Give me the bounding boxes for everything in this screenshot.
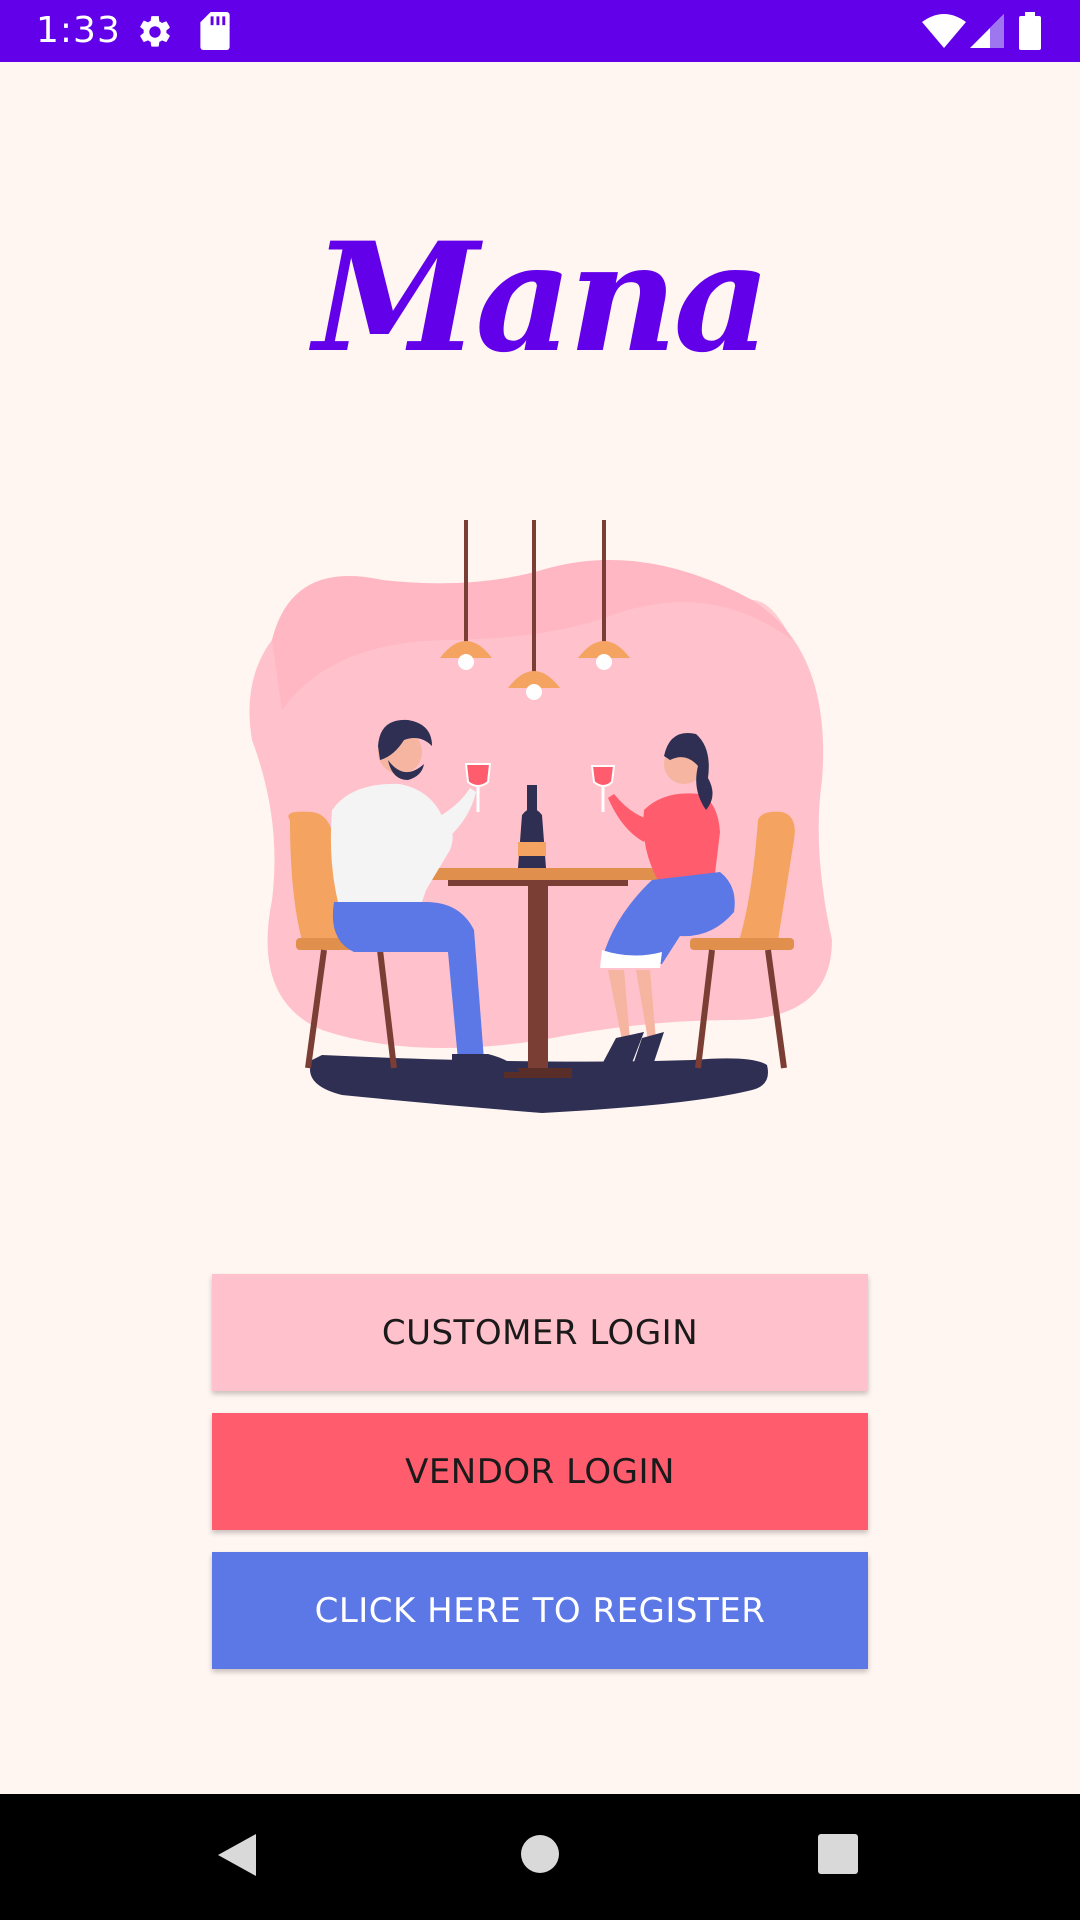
recents-icon[interactable] [818,1834,858,1874]
wifi-icon [922,14,966,48]
app-logo: Mana [313,210,770,386]
register-button[interactable]: CLICK HERE TO REGISTER [212,1552,868,1669]
status-time: 1:33 [36,10,121,51]
gear-icon [140,16,170,47]
vendor-login-button[interactable]: VENDOR LOGIN [212,1413,868,1530]
navigation-bar [0,1794,1080,1920]
dining-couple-illustration [249,520,832,1113]
customer-login-button[interactable]: CUSTOMER LOGIN [212,1274,868,1391]
sd-card-icon [200,12,230,50]
battery-icon [1019,12,1041,50]
home-icon[interactable] [520,1834,560,1874]
app-content: Mana CUSTOMER LOGIN VENDOR LOGIN CLICK H… [0,62,1080,1794]
back-icon[interactable] [216,1832,258,1878]
signal-icon [970,14,1004,48]
status-bar: 1:33 [0,0,1080,62]
